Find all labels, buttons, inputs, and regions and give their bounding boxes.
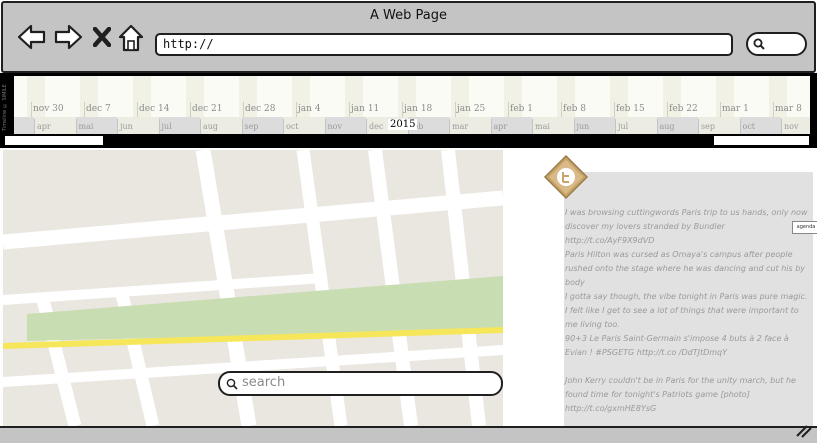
feed-panel: agenda I was browsing cuttingwords Paris… <box>503 150 817 426</box>
resize-grip-icon[interactable] <box>795 424 813 438</box>
timeline-scroll-left[interactable] <box>5 136 103 145</box>
timeline-month-label: mai <box>78 122 94 131</box>
timeline-widget[interactable]: nov 30 dec 7 dec 14 dec 21 dec 28 jan 4 jan 11… <box>0 73 817 148</box>
timeline-week-tick <box>561 102 562 117</box>
timeline-month-tick <box>158 119 160 134</box>
timeline-month-tick <box>698 119 699 134</box>
timeline-month-tick <box>739 119 741 134</box>
timeline-week-label: jan 11 <box>351 104 380 114</box>
feed-item[interactable]: John Kerry couldn't be in Paris for the … <box>565 374 811 416</box>
timeline-week-label: dec 7 <box>86 104 111 114</box>
timeline-weeks-band[interactable]: nov 30 dec 7 dec 14 dec 21 dec 28 jan 4 jan 11… <box>14 76 810 117</box>
browser-search-field[interactable] <box>746 32 807 56</box>
timeline-month-label: jul <box>161 122 172 131</box>
timeline-week-tick <box>349 102 350 117</box>
timeline-week-label: feb 22 <box>669 104 698 114</box>
timeline-week-label: feb 8 <box>563 104 587 114</box>
map-search-input[interactable]: search <box>218 371 503 396</box>
horizontal-scrollbar[interactable] <box>0 426 817 443</box>
timeline-week-label: jan 4 <box>298 104 321 114</box>
timeline-week-label: dec 14 <box>139 104 170 114</box>
timeline-month-label: oct <box>742 122 756 131</box>
feed-item[interactable]: I gotta say though, the vibe tonight in … <box>565 290 811 332</box>
timeline-month-tick <box>200 119 201 134</box>
timeline-week-label: dec 21 <box>192 104 223 114</box>
feed-logo-icon <box>543 154 589 200</box>
timeline-week-label: feb 1 <box>510 104 534 114</box>
timeline-week-tick <box>667 102 668 117</box>
timeline-month-label: oct <box>286 122 299 131</box>
timeline-week-tick <box>614 102 615 117</box>
timeline-week-tick <box>190 102 191 117</box>
timeline-week-tick <box>137 102 138 117</box>
timeline-month-tick <box>656 119 658 134</box>
timeline-track[interactable]: nov 30 dec 7 dec 14 dec 21 dec 28 jan 4 jan 11… <box>14 76 810 134</box>
timeline-month-label: jun <box>576 122 590 131</box>
timeline-month-tick <box>781 119 782 134</box>
timeline-week-label: dec 28 <box>245 104 276 114</box>
timeline-month-label: mai <box>535 122 550 131</box>
timeline-month-label: dec <box>369 122 384 131</box>
timeline-week-tick <box>296 102 297 117</box>
timeline-week-tick <box>402 102 403 117</box>
address-text: http:// <box>163 37 214 51</box>
timeline-month-label: aug <box>659 122 675 131</box>
timeline-month-label: aug <box>203 122 219 131</box>
timeline-week-label: feb 15 <box>616 104 645 114</box>
timeline-week-tick <box>31 102 32 117</box>
feed-item[interactable]: Paris Hilton was cursed as Omaya's campu… <box>565 248 811 290</box>
timeline-month-tick <box>573 119 575 134</box>
map-search-placeholder: search <box>242 375 286 390</box>
timeline-week-tick <box>455 102 456 117</box>
timeline-month-tick <box>34 119 35 134</box>
timeline-month-label: nov <box>327 122 343 131</box>
timeline-month-tick <box>615 119 616 134</box>
home-icon[interactable] <box>118 24 144 52</box>
timeline-month-tick <box>324 119 326 134</box>
address-bar[interactable]: http:// <box>155 33 733 56</box>
window-title: A Web Page <box>370 8 447 23</box>
timeline-week-tick <box>84 102 85 117</box>
timeline-month-label: apr <box>493 122 508 131</box>
timeline-credit: Timeline © SIMILE <box>2 84 8 131</box>
timeline-month-tick <box>532 119 533 134</box>
timeline-week-label: mar 1 <box>722 104 749 114</box>
timeline-month-tick <box>490 119 492 134</box>
timeline-month-label: jun <box>120 122 133 131</box>
timeline-month-tick <box>283 119 284 134</box>
timeline-month-label: nov <box>784 122 799 131</box>
timeline-month-tick <box>75 119 77 134</box>
browser-toolbar: A Web Page http:// <box>1 1 816 73</box>
back-arrow-icon[interactable] <box>17 23 47 51</box>
timeline-month-tick <box>449 119 450 134</box>
search-icon <box>226 378 238 390</box>
timeline-week-tick <box>508 102 509 117</box>
close-x-icon[interactable] <box>93 27 111 47</box>
timeline-week-tick <box>720 102 721 117</box>
timeline-month-label: sep <box>701 122 715 131</box>
forward-arrow-icon[interactable] <box>53 23 83 51</box>
timeline-week-label: mar 8 <box>775 104 802 114</box>
feed-item[interactable]: 90+3 Le Paris Saint-Germain s'impose 4 b… <box>565 332 811 360</box>
timeline-month-label: jul <box>618 122 629 131</box>
timeline-months-band[interactable]: aprmaijunjulaugsepoctnovdecfebmaraprmaij… <box>14 117 810 134</box>
timeline-year-label: 2015 <box>388 119 418 130</box>
timeline-week-tick <box>773 102 774 117</box>
map-view[interactable]: search <box>3 150 503 426</box>
timeline-scroll-right[interactable] <box>714 136 809 145</box>
timeline-month-label: mar <box>452 122 469 131</box>
timeline-month-label: apr <box>37 122 51 131</box>
timeline-week-label: nov 30 <box>33 104 64 114</box>
feed-item[interactable]: I was browsing cuttingwords Paris trip t… <box>565 206 811 248</box>
timeline-month-tick <box>241 119 243 134</box>
timeline-week-label: jan 25 <box>457 104 486 114</box>
timeline-week-label: jan 18 <box>404 104 433 114</box>
timeline-month-label: sep <box>244 122 259 131</box>
timeline-month-tick <box>117 119 118 134</box>
search-icon <box>753 38 765 50</box>
timeline-month-tick <box>366 119 367 134</box>
timeline-week-tick <box>243 102 244 117</box>
